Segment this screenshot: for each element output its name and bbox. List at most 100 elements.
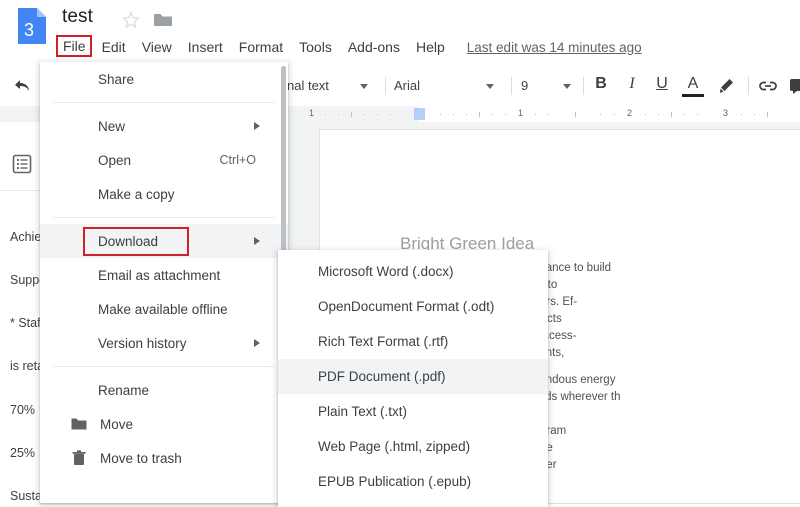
ruler-dot [390, 114, 391, 115]
menu-option-label: Download [98, 234, 158, 249]
menu-option-open[interactable]: Open Ctrl+O [40, 143, 288, 177]
menu-option-label: Move [100, 417, 133, 432]
star-icon[interactable] [121, 10, 141, 30]
font-size-select[interactable]: 9 [521, 78, 528, 93]
ruler-dot [492, 114, 493, 115]
ruler-tick [671, 112, 672, 117]
menu-option-label: Move to trash [100, 451, 182, 466]
download-option-label: Rich Text Format (.rtf) [318, 334, 448, 349]
indent-marker[interactable] [414, 108, 425, 120]
download-option-epub[interactable]: EPUB Publication (.epub) [278, 464, 548, 499]
menu-item-format[interactable]: Format [231, 37, 291, 57]
download-option-docx[interactable]: Microsoft Word (.docx) [278, 254, 548, 289]
menu-option-email-as-attachment[interactable]: Email as attachment [40, 258, 288, 292]
outline-item[interactable]: is reta [10, 359, 44, 373]
menu-divider [54, 102, 274, 103]
menu-option-label: Share [98, 72, 134, 87]
highlighter-icon[interactable] [716, 76, 736, 101]
undo-icon[interactable] [10, 76, 32, 96]
chevron-down-icon[interactable] [360, 84, 368, 89]
ruler-dot [466, 114, 467, 115]
menu-item-view[interactable]: View [134, 37, 180, 57]
menu-option-label: Rename [98, 383, 149, 398]
menu-option-label: New [98, 119, 125, 134]
menu-option-shortcut: Ctrl+O [220, 153, 256, 167]
menu-item-addons[interactable]: Add-ons [340, 37, 408, 57]
menu-option-rename[interactable]: Rename [40, 373, 288, 407]
download-option-label: PDF Document (.pdf) [318, 369, 446, 384]
menu-item-file[interactable]: File [55, 36, 94, 56]
text-color-button[interactable]: A [682, 75, 704, 97]
menu-scrollbar[interactable] [281, 66, 286, 276]
ruler-number: 1 [518, 108, 523, 118]
bold-button[interactable]: B [590, 75, 612, 93]
menu-bar: File Edit View Insert Format Tools Add-o… [55, 36, 642, 58]
menu-option-label: Make available offline [98, 302, 228, 317]
chevron-down-icon[interactable] [563, 84, 571, 89]
download-option-html[interactable]: Web Page (.html, zipped) [278, 429, 548, 464]
download-option-txt[interactable]: Plain Text (.txt) [278, 394, 548, 429]
outline-item[interactable]: 70% [10, 403, 35, 417]
menu-option-move-to-trash[interactable]: Move to trash [40, 441, 288, 475]
menu-option-version-history[interactable]: Version history [40, 326, 288, 360]
menu-option-share[interactable]: Share [40, 62, 288, 96]
ruler-tick [479, 112, 480, 117]
ruler-dot [741, 114, 742, 115]
folder-icon[interactable] [152, 10, 174, 30]
submenu-arrow-icon [254, 237, 260, 245]
menu-item-insert[interactable]: Insert [180, 37, 231, 57]
file-menu-dropdown[interactable]: Share New Open Ctrl+O Make a copy Downlo… [40, 62, 288, 503]
italic-button[interactable]: I [621, 75, 643, 93]
menu-file-wrap: File [55, 38, 94, 56]
google-docs-icon[interactable]: 3 [18, 8, 46, 44]
menu-item-edit[interactable]: Edit [94, 37, 134, 57]
document-title[interactable]: test [62, 6, 93, 28]
ruler-dot [754, 114, 755, 115]
toolbar-separator [748, 77, 749, 95]
ruler-dot [440, 114, 441, 115]
menu-option-new[interactable]: New [40, 109, 288, 143]
menu-option-make-available-offline[interactable]: Make available offline [40, 292, 288, 326]
download-option-odt[interactable]: OpenDocument Format (.odt) [278, 289, 548, 324]
download-option-pdf[interactable]: PDF Document (.pdf) [278, 359, 548, 394]
menu-option-move[interactable]: Move [40, 407, 288, 441]
menu-option-download[interactable]: Download [40, 224, 288, 258]
underline-button[interactable]: U [651, 75, 673, 93]
ruler-dot [505, 114, 506, 115]
menu-option-make-a-copy[interactable]: Make a copy [40, 177, 288, 211]
ruler-dot [684, 114, 685, 115]
ruler-dot [325, 114, 326, 115]
ruler-dot [614, 114, 615, 115]
menu-option-label: Email as attachment [98, 268, 220, 283]
ruler-dot [364, 114, 365, 115]
download-option-rtf[interactable]: Rich Text Format (.rtf) [278, 324, 548, 359]
download-submenu[interactable]: Microsoft Word (.docx) OpenDocument Form… [278, 250, 548, 507]
comment-icon[interactable] [789, 77, 800, 100]
app-header: 3 test File Edit View Insert Format Tool… [0, 0, 800, 66]
outline-item[interactable]: * Staf [10, 316, 41, 330]
ruler-dot [548, 114, 549, 115]
paragraph-style-select[interactable]: nal text [287, 78, 329, 93]
ruler-number: 2 [627, 108, 632, 118]
menu-item-help[interactable]: Help [408, 37, 453, 57]
download-option-label: Plain Text (.txt) [318, 404, 407, 419]
ruler-tick [351, 112, 352, 117]
toolbar-separator [511, 77, 512, 95]
menu-option-label: Open [98, 153, 131, 168]
outline-item[interactable]: Susta [10, 489, 42, 503]
font-family-select[interactable]: Arial [394, 78, 420, 93]
folder-icon [70, 415, 88, 433]
ruler-dot [697, 114, 698, 115]
document-outline-icon[interactable] [12, 154, 32, 174]
last-edit-link[interactable]: Last edit was 14 minutes ago [467, 40, 642, 55]
download-option-label: OpenDocument Format (.odt) [318, 299, 494, 314]
svg-text:3: 3 [24, 20, 34, 40]
link-icon[interactable] [758, 77, 778, 100]
outline-item[interactable]: 25% [10, 446, 35, 460]
menu-item-tools[interactable]: Tools [291, 37, 340, 57]
chevron-down-icon[interactable] [486, 84, 494, 89]
submenu-arrow-icon [254, 339, 260, 347]
outline-item[interactable]: Achie [10, 230, 41, 244]
ruler-dot [645, 114, 646, 115]
ruler-page-span [418, 106, 800, 122]
